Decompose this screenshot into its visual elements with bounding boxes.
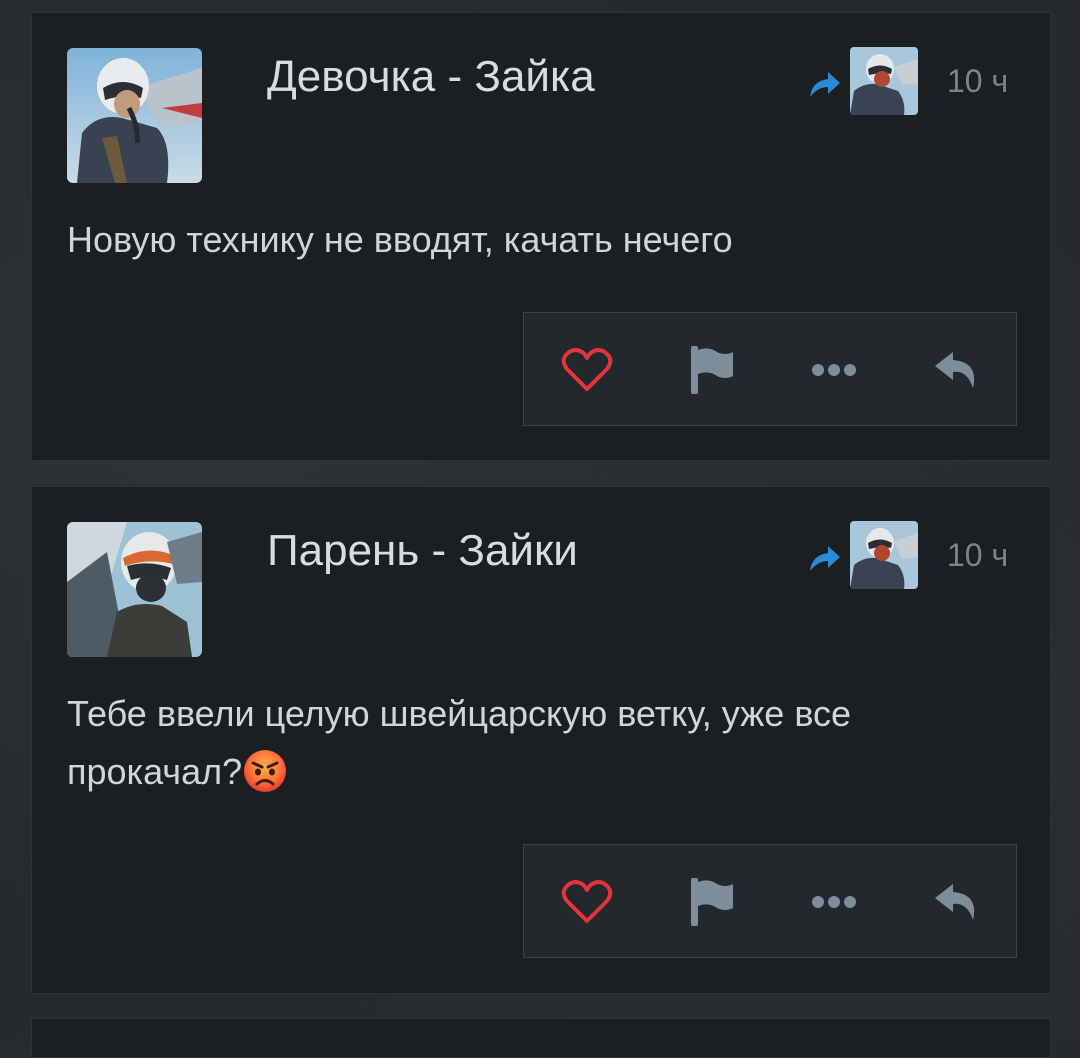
reply-target-avatar[interactable] xyxy=(850,521,918,589)
share-arrow xyxy=(810,72,840,97)
reply-icon xyxy=(935,884,975,920)
share-arrow xyxy=(810,546,840,571)
author-name[interactable]: Парень - Зайки xyxy=(267,523,578,579)
heart-icon xyxy=(561,880,613,923)
more-icon xyxy=(812,364,856,376)
heart-icon xyxy=(561,348,613,391)
angry-face-emoji xyxy=(244,750,287,792)
flag-icon xyxy=(691,878,733,926)
timestamp: 10 ч xyxy=(947,63,1009,99)
comment-text: Новую технику не вводят, качать нечего xyxy=(67,211,1017,269)
action-bar xyxy=(523,312,1017,426)
reply-button[interactable] xyxy=(926,340,986,400)
comment-text: Тебе ввели целую швейцарскую ветку, уже … xyxy=(67,685,1017,801)
like-button[interactable] xyxy=(557,872,617,932)
author-name[interactable]: Девочка - Зайка xyxy=(267,49,595,105)
report-button[interactable] xyxy=(681,872,741,932)
action-bar xyxy=(523,844,1017,958)
author-avatar[interactable] xyxy=(67,48,202,183)
reply-target-avatar[interactable] xyxy=(850,47,918,115)
more-options-button[interactable] xyxy=(804,872,864,932)
timestamp: 10 ч xyxy=(947,537,1009,573)
report-button[interactable] xyxy=(681,340,741,400)
comment-card-partial xyxy=(31,1018,1051,1058)
comment-text-content: Тебе ввели целую швейцарскую ветку, уже … xyxy=(67,693,852,792)
like-button[interactable] xyxy=(557,340,617,400)
more-icon xyxy=(812,896,856,908)
comment-card: Парень - Зайки 10 ч Тебе ввели целую шве… xyxy=(31,486,1051,994)
reply-icon xyxy=(935,352,975,388)
share-icon[interactable] xyxy=(804,65,844,105)
author-avatar[interactable] xyxy=(67,522,202,657)
share-icon[interactable] xyxy=(804,539,844,579)
flag-icon xyxy=(691,346,733,394)
comment-text-content: Новую технику не вводят, качать нечего xyxy=(67,219,733,260)
reply-button[interactable] xyxy=(926,872,986,932)
more-options-button[interactable] xyxy=(804,340,864,400)
comment-card: Девочка - Зайка 10 ч Новую технику не вв… xyxy=(31,12,1051,461)
